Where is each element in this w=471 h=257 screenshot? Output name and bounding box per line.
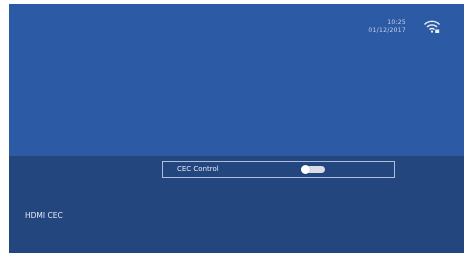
settings-panel: CEC Control HDMI CEC xyxy=(9,156,464,253)
cec-control-row[interactable]: CEC Control xyxy=(162,161,395,178)
status-clock: 10:25 01/12/2017 xyxy=(368,19,406,35)
status-date: 01/12/2017 xyxy=(368,27,406,34)
hdmi-cec-menu-item[interactable]: HDMI CEC xyxy=(25,211,63,220)
wifi-icon xyxy=(424,20,440,33)
cec-control-label: CEC Control xyxy=(177,165,219,173)
toggle-knob xyxy=(301,165,310,174)
tv-settings-screen: 10:25 01/12/2017 CEC Control HDMI CEC xyxy=(9,4,464,253)
status-time: 10:25 xyxy=(387,19,406,26)
cec-control-toggle[interactable] xyxy=(301,165,325,174)
